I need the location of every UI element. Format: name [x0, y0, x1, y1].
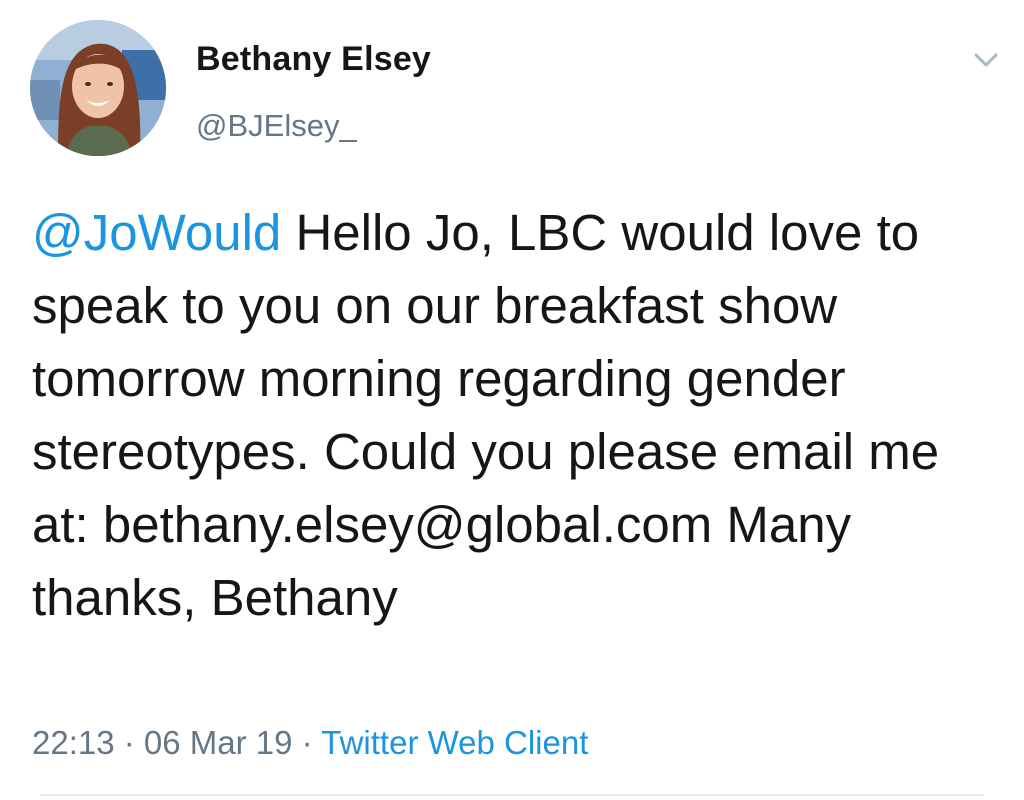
avatar[interactable] [30, 20, 166, 156]
divider [40, 794, 984, 796]
tweet-text: @JoWould Hello Jo, LBC would love to spe… [32, 196, 992, 634]
tweet-meta: 22:13 · 06 Mar 19 · Twitter Web Client [32, 724, 588, 762]
chevron-down-icon[interactable] [968, 44, 1004, 76]
tweet-body: Hello Jo, LBC would love to speak to you… [32, 204, 940, 626]
tweet-card: Bethany Elsey @BJElsey_ @JoWould Hello J… [0, 0, 1024, 800]
tweet-source-link[interactable]: Twitter Web Client [321, 724, 588, 761]
mention-link[interactable]: @JoWould [32, 204, 281, 261]
meta-separator: · [292, 724, 322, 761]
tweet-time[interactable]: 22:13 [32, 724, 115, 761]
meta-separator: · [114, 724, 144, 761]
author-handle[interactable]: @BJElsey_ [196, 108, 357, 144]
tweet-date[interactable]: 06 Mar 19 [144, 724, 293, 761]
author-display-name[interactable]: Bethany Elsey [196, 40, 431, 79]
